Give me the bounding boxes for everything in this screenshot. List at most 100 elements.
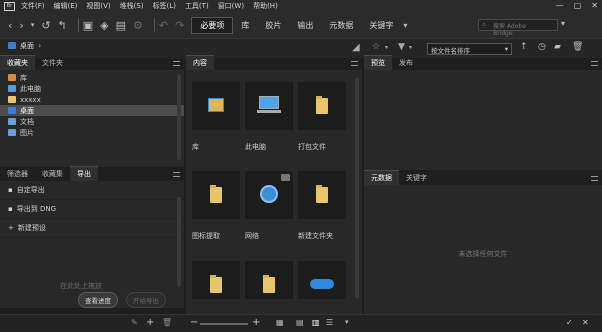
tab-publish[interactable]: 发布 xyxy=(392,56,420,70)
camera-icon[interactable]: ▣ xyxy=(83,19,93,32)
rotate-right-icon[interactable]: ↷ xyxy=(175,19,184,32)
sort-label: 按文件名排序 xyxy=(431,47,470,55)
view-progress-button[interactable]: 查看进度 xyxy=(78,292,118,308)
thumbnail-view-icon[interactable]: ▤ xyxy=(296,318,304,327)
back-icon[interactable]: ‹ xyxy=(8,19,12,32)
export-preset-item[interactable]: ▪ 自定导出 xyxy=(0,181,184,200)
content-item-thumbnail[interactable] xyxy=(245,261,293,299)
menu-help[interactable]: 帮助(H) xyxy=(253,1,278,11)
workspace-output[interactable]: 输出 xyxy=(289,18,321,33)
filter-dropdown-icon[interactable]: ▾ xyxy=(385,44,388,51)
recent-files-icon[interactable]: ◷ xyxy=(538,42,546,52)
star-filter-icon[interactable]: ☆ xyxy=(372,42,380,52)
tab-filter[interactable]: 筛选器 xyxy=(0,167,35,181)
trash-icon[interactable]: 🗑 xyxy=(572,42,583,52)
menu-label[interactable]: 标签(L) xyxy=(153,1,176,11)
toolbar-divider xyxy=(153,18,155,32)
favorite-item[interactable]: 此电脑 xyxy=(0,83,184,94)
export-preset-item[interactable]: ▪ 导出到 DNG xyxy=(0,200,184,219)
search-options-icon[interactable]: ▾ xyxy=(561,19,565,28)
favorites-scrollbar[interactable] xyxy=(177,74,181,160)
rating-filter-icon[interactable]: ◢ xyxy=(352,42,360,53)
export-scrollbar[interactable] xyxy=(177,197,181,287)
content-item-thumbnail[interactable] xyxy=(245,82,293,130)
workspace-essentials[interactable]: 必要项 xyxy=(191,16,234,34)
rotate-left-icon[interactable]: ↶ xyxy=(159,19,168,32)
sort-direction-icon[interactable]: ↑ xyxy=(520,42,528,52)
tab-collections[interactable]: 收藏集 xyxy=(35,167,70,181)
favorite-item[interactable]: xxxxx xyxy=(0,94,184,105)
tab-favorites[interactable]: 收藏夹 xyxy=(0,55,35,70)
forward-icon[interactable]: › xyxy=(19,19,23,32)
workspace-metadata[interactable]: 元数据 xyxy=(321,18,361,33)
list-view-icon[interactable]: ☰ xyxy=(326,318,333,327)
tab-content[interactable]: 内容 xyxy=(186,55,214,70)
apply-icon[interactable]: ✓ xyxy=(566,318,573,327)
tab-folders[interactable]: 文件夹 xyxy=(35,56,70,70)
cancel-icon[interactable]: ✕ xyxy=(582,318,589,327)
workspace-library[interactable]: 库 xyxy=(233,18,257,33)
tab-export[interactable]: 导出 xyxy=(70,166,98,181)
tab-metadata[interactable]: 元数据 xyxy=(364,170,399,185)
breadcrumb-desktop[interactable]: 桌面 xyxy=(20,41,34,51)
content-item-thumbnail[interactable] xyxy=(192,82,240,130)
tab-keywords[interactable]: 关键字 xyxy=(399,171,434,185)
content-item-label: 新建文件夹 xyxy=(298,232,333,240)
refine-icon[interactable]: ◈ xyxy=(100,19,108,32)
tab-preview[interactable]: 预览 xyxy=(364,55,392,70)
favorite-item[interactable]: 库 xyxy=(0,72,184,83)
zoom-out-icon[interactable]: − xyxy=(190,317,198,328)
grid-lock-icon[interactable]: ▦ xyxy=(276,318,284,327)
funnel-icon[interactable]: ▼ xyxy=(398,42,405,52)
workspace-menu-icon[interactable]: ▾ xyxy=(403,21,407,30)
menu-stack[interactable]: 堆栈(S) xyxy=(120,1,144,11)
workspace-keywords[interactable]: 关键字 xyxy=(361,18,401,33)
zoom-in-icon[interactable]: + xyxy=(252,317,260,328)
content-item-thumbnail[interactable] xyxy=(298,261,346,299)
content-item-thumbnail[interactable] xyxy=(298,171,346,219)
favorite-item[interactable]: 桌面 xyxy=(0,105,184,116)
recent-icon[interactable]: ↺ xyxy=(41,19,50,32)
favorite-item[interactable]: 文档 xyxy=(0,116,184,127)
panel-menu-icon[interactable] xyxy=(173,172,180,177)
folder-icon xyxy=(263,275,275,293)
menu-edit[interactable]: 编辑(E) xyxy=(54,1,78,11)
menu-view[interactable]: 视图(V) xyxy=(86,1,110,11)
settings-icon[interactable]: ⚙ xyxy=(133,19,143,32)
close-button[interactable]: ✕ xyxy=(591,1,598,10)
menu-window[interactable]: 窗口(W) xyxy=(218,1,244,11)
boomerang-icon[interactable]: ↰ xyxy=(58,19,67,32)
favorite-label: 此电脑 xyxy=(20,84,41,93)
new-preset-item[interactable]: + 新建预设 xyxy=(0,219,184,238)
thumbnail-size-slider[interactable] xyxy=(200,323,248,325)
view-options-icon[interactable]: ▾ xyxy=(345,318,349,326)
add-icon[interactable]: + xyxy=(146,317,154,328)
panel-menu-icon[interactable] xyxy=(591,61,598,66)
panel-menu-icon[interactable] xyxy=(173,61,180,66)
menu-file[interactable]: 文件(F) xyxy=(21,1,45,11)
new-preset-label: 新建预设 xyxy=(17,224,46,232)
details-view-icon[interactable]: ▥ xyxy=(312,318,320,327)
sort-select[interactable]: 按文件名排序 ▾ xyxy=(427,43,512,55)
maximize-button[interactable]: ▢ xyxy=(574,1,582,10)
panel-menu-icon[interactable] xyxy=(351,61,358,66)
new-folder-icon[interactable]: ▰ xyxy=(554,42,561,52)
workspace-filmstrip[interactable]: 胶片 xyxy=(257,18,289,33)
chevron-down-icon[interactable]: ▾ xyxy=(31,21,35,29)
search-input[interactable]: ⌕ 搜索 Adobe Bridge xyxy=(478,19,558,37)
content-item-thumbnail[interactable] xyxy=(192,171,240,219)
open-icon[interactable]: ▤ xyxy=(116,19,126,32)
breadcrumb-chevron-icon[interactable]: › xyxy=(38,41,41,50)
panel-menu-icon[interactable] xyxy=(591,176,598,181)
trash-icon[interactable]: 🗑 xyxy=(162,318,172,327)
favorite-item[interactable]: 图片 xyxy=(0,127,184,138)
minimize-button[interactable]: — xyxy=(556,1,564,10)
content-item-thumbnail[interactable] xyxy=(245,171,293,219)
content-item-thumbnail[interactable] xyxy=(298,82,346,130)
content-item-thumbnail[interactable] xyxy=(192,261,240,299)
content-scrollbar[interactable] xyxy=(355,78,359,298)
start-export-button[interactable]: 开始导出 xyxy=(126,292,166,308)
funnel-dropdown-icon[interactable]: ▾ xyxy=(409,44,412,51)
pencil-icon[interactable]: ✎ xyxy=(131,318,138,327)
menu-tools[interactable]: 工具(T) xyxy=(185,1,209,11)
